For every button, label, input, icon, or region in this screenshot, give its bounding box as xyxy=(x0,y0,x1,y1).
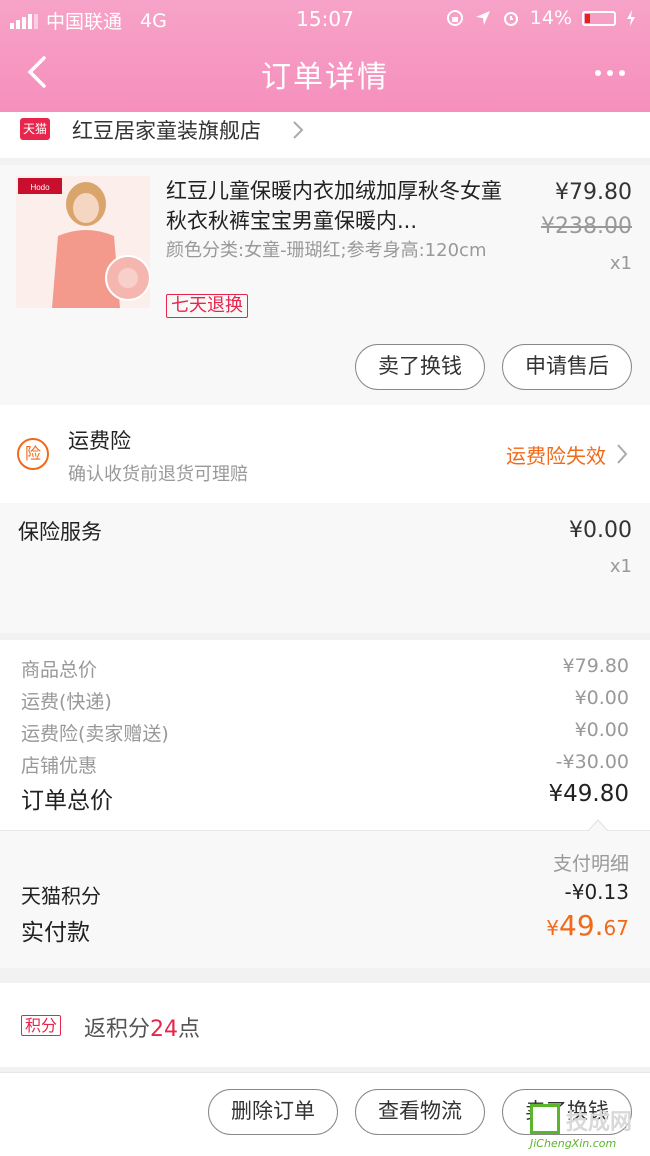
svg-text:Hodo: Hodo xyxy=(30,183,50,192)
caret-up-icon xyxy=(588,819,608,831)
chevron-right-icon[interactable] xyxy=(616,443,628,465)
summary-label: 店铺优惠 xyxy=(21,755,98,777)
order-total-value: ¥49.80 xyxy=(548,781,629,807)
service-price: ¥0.00 xyxy=(569,518,632,543)
order-total-label: 订单总价 xyxy=(21,788,113,814)
points-number: 24 xyxy=(150,1017,179,1042)
page-title: 订单详情 xyxy=(261,60,389,95)
charging-icon xyxy=(627,10,635,26)
insurance-icon: 险 xyxy=(17,438,49,470)
delete-order-button[interactable]: 删除订单 xyxy=(208,1089,338,1135)
amount-integer: 49. xyxy=(559,909,604,942)
points-suffix: 点 xyxy=(178,1017,201,1042)
order-total: 订单总价 ¥49.80 xyxy=(21,781,629,815)
watermark-url: JiChengXin.com xyxy=(530,1137,617,1150)
product-original-price: ¥238.00 xyxy=(541,214,632,239)
summary-value: ¥0.00 xyxy=(574,687,629,709)
points-badge: 积分 xyxy=(21,1015,62,1036)
product-image[interactable]: Hodo xyxy=(16,176,150,308)
payment-detail-link[interactable]: 支付明细 xyxy=(553,849,629,876)
product-title[interactable]: 红豆儿童保暖内衣加绒加厚秋冬女童秋衣秋裤宝宝男童保暖内... xyxy=(166,176,506,236)
summary-row: 运费(快递) ¥0.00 xyxy=(21,687,629,714)
shop-name[interactable]: 红豆居家童装旗舰店 xyxy=(72,115,261,145)
points-reward-text: 返积分24点 xyxy=(84,1011,200,1043)
summary-row: 运费险(卖家赠送) ¥0.00 xyxy=(21,719,629,746)
summary-label: 运费(快递) xyxy=(21,691,112,713)
watermark-logo: 技成网 JiChengXin.com xyxy=(530,1104,642,1152)
service-title: 保险服务 xyxy=(18,520,102,544)
battery-icon xyxy=(582,10,616,26)
summary-row: 商品总价 ¥79.80 xyxy=(21,655,629,682)
nav-header: 中国联通 4G 15:07 14% 订单详情 xyxy=(0,0,650,112)
summary-row: 店铺优惠 -¥30.00 xyxy=(21,751,629,778)
status-bar: 中国联通 4G 15:07 14% xyxy=(0,0,650,38)
product-spec: 颜色分类:女童-珊瑚红;参考身高:120cm xyxy=(166,240,487,261)
service-quantity: x1 xyxy=(609,556,632,577)
more-icon[interactable] xyxy=(590,58,630,88)
summary-value: -¥30.00 xyxy=(555,751,629,773)
amount-paid: 实付款 ¥49.67 xyxy=(21,909,629,947)
amount-paid-value: ¥49.67 xyxy=(546,909,629,942)
watermark-icon xyxy=(530,1104,560,1134)
summary-label: 商品总价 xyxy=(21,659,98,681)
watermark-name: 技成网 xyxy=(566,1110,633,1135)
aftersale-button[interactable]: 申请售后 xyxy=(502,344,632,390)
amount-decimal: 67 xyxy=(603,916,629,940)
battery-percent: 14% xyxy=(529,7,572,29)
resell-button[interactable]: 卖了换钱 xyxy=(355,344,485,390)
return-policy-tag: 七天退换 xyxy=(166,294,248,318)
tmall-points-row: 天猫积分 -¥0.13 xyxy=(21,880,629,909)
alarm-icon xyxy=(503,12,518,26)
summary-value: ¥0.00 xyxy=(574,719,629,741)
insurance-subtitle: 确认收货前退货可理赔 xyxy=(68,464,248,485)
insurance-title: 运费险 xyxy=(68,429,131,453)
summary-label: 运费险(卖家赠送) xyxy=(21,723,169,745)
rotation-lock-icon xyxy=(446,10,463,26)
summary-value: ¥79.80 xyxy=(562,655,629,677)
location-icon xyxy=(475,11,490,25)
tmall-badge: 天猫 xyxy=(20,118,50,140)
product-price: ¥79.80 xyxy=(555,180,632,205)
tmall-points-value: -¥0.13 xyxy=(564,880,629,904)
view-logistics-button[interactable]: 查看物流 xyxy=(355,1089,485,1135)
points-prefix: 返积分 xyxy=(84,1017,151,1042)
amount-paid-label: 实付款 xyxy=(21,920,90,946)
tmall-points-label: 天猫积分 xyxy=(21,884,101,908)
chevron-right-icon[interactable] xyxy=(292,120,304,140)
product-quantity: x1 xyxy=(609,253,632,274)
insurance-status[interactable]: 运费险失效 xyxy=(506,440,606,469)
currency-symbol: ¥ xyxy=(546,916,560,940)
